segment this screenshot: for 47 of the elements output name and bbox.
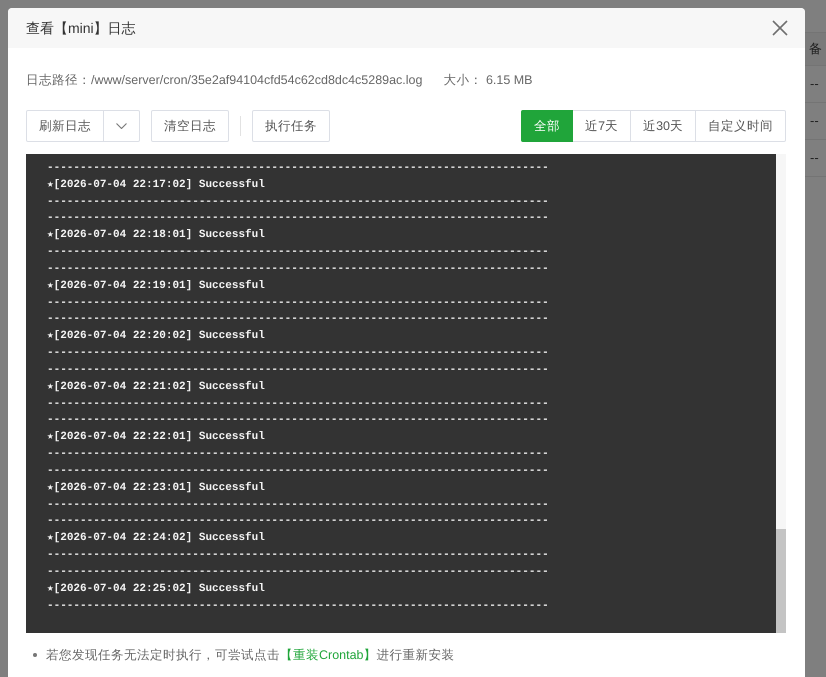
log-line: ---------------------------------------------------------------------------- [47,312,550,328]
log-line: ---------------------------------------------------------------------------- [47,498,550,513]
action-button[interactable]: 刷新日志 [26,110,104,142]
close-icon [772,20,788,36]
log-line: ★[2026-07-04 22:24:02] Successful [47,530,266,546]
scrollbar-thumb[interactable] [776,529,786,633]
tip-text: 若您发现任务无法定时执行，可尝试点击【重装Crontab】进行重新安装 [46,647,454,663]
file-size-text: 大小： 6.15 MB [443,72,532,88]
log-line: ---------------------------------------------------------------------------- [47,194,550,210]
log-line: ---------------------------------------------------------------------------- [47,262,550,277]
filter-tab[interactable]: 近30天 [630,110,696,142]
log-line: ---------------------------------------------------------------------------- [47,413,550,428]
log-line: ---------------------------------------------------------------------------- [47,396,550,412]
table-cell-text: -- [810,149,819,168]
log-line: ---------------------------------------------------------------------------- [47,548,550,564]
log-line: ---------------------------------------------------------------------------- [47,211,550,226]
log-line: ---------------------------------------------------------------------------- [47,464,550,479]
log-line: ---------------------------------------------------------------------------- [47,564,550,580]
log-line: ★[2026-07-04 22:19:01] Successful [47,278,266,294]
log-line: ---------------------------------------------------------------------------- [47,447,550,462]
log-line: ★[2026-07-04 22:20:02] Successful [47,328,266,344]
log-line: ---------------------------------------------------------------------------- [47,598,550,614]
table-header: 备 [809,40,822,58]
bullet-icon [33,653,37,657]
table-cell-text: -- [810,112,819,130]
action-button[interactable]: 执行任务 [252,110,330,142]
table-cell-text: -- [810,75,819,94]
log-line: ★[2026-07-04 22:23:01] Successful [47,480,266,496]
log-line: ★[2026-07-04 22:18:01] Successful [47,228,266,244]
filter-tab[interactable]: 自定义时间 [695,110,786,142]
dialog-title: 查看【mini】日志 [26,18,136,38]
log-path-text: 日志路径：/www/server/cron/35e2af94104cfd54c62cd8dc4c5289ac.log [26,72,422,88]
log-line: ---------------------------------------------------------------------------- [47,514,550,530]
log-line: ---------------------------------------------------------------------------- [47,296,550,311]
log-line: ★[2026-07-04 22:25:02] Successful [47,582,266,597]
log-line: ★[2026-07-04 22:22:01] Successful [47,430,266,446]
log-line: ---------------------------------------------------------------------------- [47,161,550,176]
caret-icon [116,123,127,129]
log-line: ---------------------------------------------------------------------------- [47,346,550,362]
filter-tab[interactable]: 近7天 [572,110,632,142]
log-line: ---------------------------------------------------------------------------- [47,362,550,378]
action-button[interactable]: 清空日志 [151,110,229,142]
close-button[interactable] [772,20,788,36]
log-line: ★[2026-07-04 22:17:02] Successful [47,178,266,193]
log-line: ★[2026-07-04 22:21:02] Successful [47,380,266,395]
dropdown-toggle-button[interactable] [103,110,140,142]
log-line: ---------------------------------------------------------------------------- [47,245,550,260]
